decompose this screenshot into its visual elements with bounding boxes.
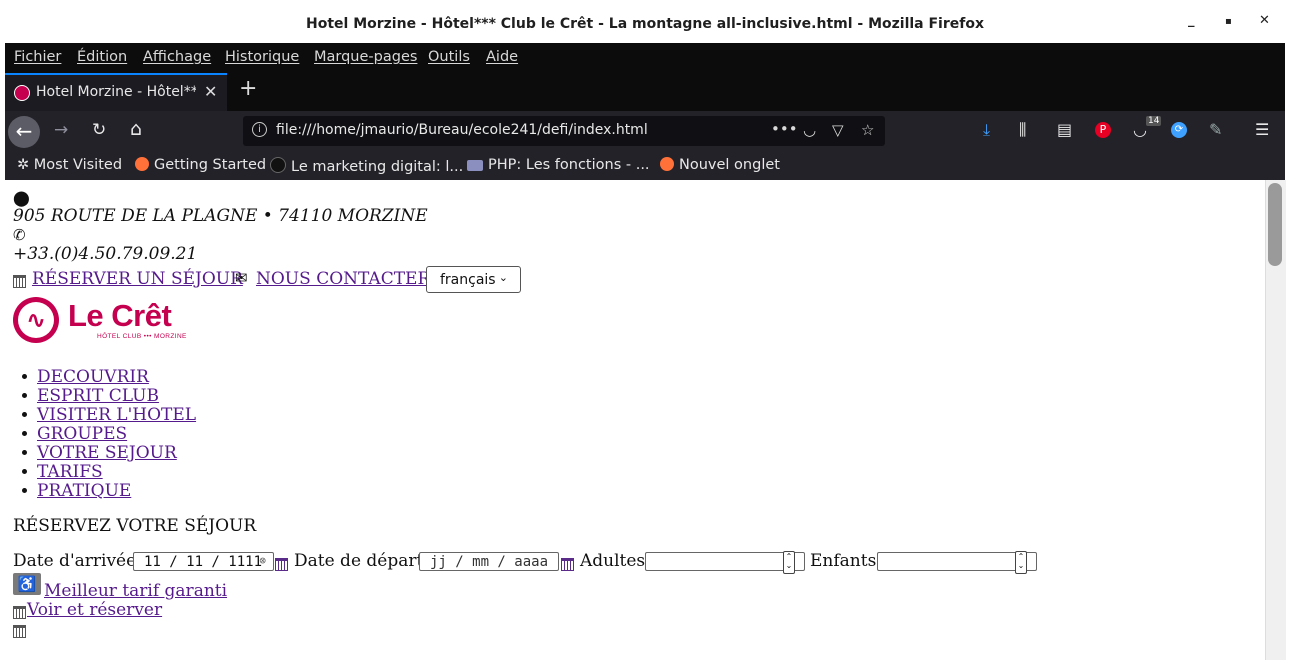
calendar-icon[interactable] bbox=[561, 558, 574, 571]
bookmark-most-visited[interactable]: ✲ Most Visited bbox=[17, 157, 122, 173]
menu-edition[interactable]: Édition bbox=[77, 49, 127, 65]
children-label: Enfants bbox=[810, 551, 877, 571]
minimize-button[interactable]: _ bbox=[1188, 13, 1195, 28]
firefox-icon bbox=[660, 157, 674, 171]
clear-date-icon[interactable]: ⊗ bbox=[259, 554, 266, 567]
page-content: ⬤ 905 ROUTE DE LA PLAGNE • 74110 MORZINE… bbox=[5, 180, 1265, 660]
departure-date-input[interactable]: jj / mm / aaaa bbox=[419, 552, 559, 571]
bookmark-star-icon[interactable]: ☆ bbox=[861, 121, 874, 139]
hamburger-menu-icon[interactable]: ☰ bbox=[1255, 120, 1269, 139]
menu-outils[interactable]: Outils bbox=[428, 49, 470, 65]
nav-votre-sejour[interactable]: VOTRE SEJOUR bbox=[37, 443, 177, 463]
sync-extension-icon[interactable]: ⟳ bbox=[1171, 122, 1187, 138]
browser-chrome: Fichier Édition Affichage Historique Mar… bbox=[5, 43, 1285, 180]
menu-historique[interactable]: Historique bbox=[225, 49, 299, 65]
menu-marque-pages[interactable]: Marque-pages bbox=[314, 49, 417, 65]
stepper-icon[interactable]: ⌃ ⌄ bbox=[783, 551, 795, 574]
phone-text: +33.(0)4.50.79.09.21 bbox=[13, 244, 198, 264]
pocket-icon[interactable]: ◡ bbox=[803, 121, 816, 139]
downloads-icon[interactable]: ⤓ bbox=[983, 120, 990, 140]
window-title: Hotel Morzine - Hôtel*** Club le Crêt - … bbox=[306, 16, 984, 32]
firefox-icon bbox=[135, 157, 149, 171]
stepper-icon[interactable]: ⌃ ⌄ bbox=[1015, 551, 1027, 574]
reserve-link[interactable]: RÉSERVER UN SÉJOUR bbox=[32, 269, 243, 289]
scrollbar-thumb[interactable] bbox=[1268, 183, 1282, 266]
calendar-icon bbox=[13, 606, 26, 619]
envelope-icon: ✉ bbox=[235, 269, 248, 287]
children-input[interactable]: ⌃ ⌄ bbox=[877, 551, 1037, 574]
bookmark-new-tab[interactable]: Nouvel onglet bbox=[660, 157, 780, 173]
booking-heading: RÉSERVEZ VOTRE SÉJOUR bbox=[13, 516, 257, 536]
bookmark-php[interactable]: PHP: Les fonctions - ... bbox=[467, 157, 650, 173]
php-icon bbox=[467, 160, 483, 171]
logo-text[interactable]: Le Crêt bbox=[68, 298, 172, 334]
library-icon[interactable]: ⫼ bbox=[1019, 120, 1026, 140]
map-marker-icon: ⬤ bbox=[13, 189, 30, 207]
language-value: français bbox=[440, 272, 496, 288]
nav-decouvrir[interactable]: DECOUVRIR bbox=[37, 367, 149, 387]
page-scrollbar[interactable] bbox=[1265, 180, 1286, 660]
new-tab-button[interactable]: + bbox=[239, 76, 257, 101]
home-button[interactable]: ⌂ bbox=[130, 118, 142, 140]
menubar: Fichier Édition Affichage Historique Mar… bbox=[5, 43, 1285, 73]
departure-label: Date de départ bbox=[294, 551, 424, 571]
nav-tarifs[interactable]: TARIFS bbox=[37, 462, 103, 482]
window-titlebar: Hotel Morzine - Hôtel*** Club le Crêt - … bbox=[0, 0, 1294, 46]
calendar-icon bbox=[13, 275, 26, 288]
nav-groupes[interactable]: GROUPES bbox=[37, 424, 127, 444]
main-nav: DECOUVRIR ESPRIT CLUB VISITER L'HOTEL GR… bbox=[21, 367, 196, 501]
site-favicon-icon bbox=[14, 85, 30, 101]
tab-title: Hotel Morzine - Hôtel** bbox=[36, 84, 196, 100]
forward-button[interactable]: → bbox=[54, 120, 68, 140]
bookmarks-toolbar: ✲ Most Visited Getting Started Le market… bbox=[5, 153, 1285, 180]
arrival-date-input[interactable]: 11 / 11 / 1111 ⊗ bbox=[133, 552, 274, 571]
maximize-button[interactable]: ▪ bbox=[1225, 16, 1232, 27]
contact-link[interactable]: NOUS CONTACTER bbox=[256, 269, 430, 289]
nav-pratique[interactable]: PRATIQUE bbox=[37, 481, 131, 501]
reload-button[interactable]: ↻ bbox=[92, 120, 106, 140]
logo-icon[interactable]: ∿ bbox=[13, 297, 59, 343]
chevron-down-icon: ⌄ bbox=[498, 271, 508, 284]
site-info-icon[interactable]: i bbox=[252, 122, 267, 137]
nav-visiter-hotel[interactable]: VISITER L'HOTEL bbox=[37, 405, 196, 425]
pen-extension-icon[interactable]: ✎ bbox=[1209, 120, 1222, 139]
pocket-count-badge: 14 bbox=[1146, 116, 1162, 126]
address-text: 905 ROUTE DE LA PLAGNE • 74110 MORZINE bbox=[13, 206, 428, 226]
logo-subtitle: HÔTEL CLUB ••• MORZINE bbox=[97, 333, 187, 340]
navigation-toolbar: ← → ↻ ⌂ i file:///home/jmaurio/Bureau/ec… bbox=[5, 111, 1285, 153]
accessibility-icon[interactable]: ♿ bbox=[13, 573, 41, 595]
close-window-button[interactable]: ✕ bbox=[1259, 13, 1270, 28]
tab-close-icon[interactable]: ✕ bbox=[204, 82, 217, 101]
bookmark-marketing[interactable]: Le marketing digital: l... bbox=[270, 157, 463, 175]
menu-aide[interactable]: Aide bbox=[486, 49, 518, 65]
gear-icon: ✲ bbox=[17, 157, 34, 173]
menu-affichage[interactable]: Affichage bbox=[143, 49, 211, 65]
nav-esprit-club[interactable]: ESPRIT CLUB bbox=[37, 386, 159, 406]
calendar-icon[interactable] bbox=[275, 558, 288, 571]
back-button[interactable]: ← bbox=[8, 116, 40, 148]
language-select[interactable]: français ⌄ bbox=[426, 266, 521, 293]
page-actions-icon[interactable]: ••• bbox=[771, 120, 798, 138]
url-text[interactable]: file:///home/jmaurio/Bureau/ecole241/def… bbox=[276, 122, 648, 138]
reader-shield-icon[interactable]: ▽ bbox=[832, 121, 844, 139]
adults-input[interactable]: ⌃ ⌄ bbox=[645, 551, 805, 574]
url-bar[interactable]: i file:///home/jmaurio/Bureau/ecole241/d… bbox=[243, 116, 885, 146]
bookmark-getting-started[interactable]: Getting Started bbox=[135, 157, 266, 173]
phone-icon: ✆ bbox=[13, 226, 26, 244]
adults-label: Adultes bbox=[580, 551, 646, 571]
see-and-book-link[interactable]: Voir et réserver bbox=[27, 600, 162, 620]
menu-fichier[interactable]: Fichier bbox=[14, 49, 61, 65]
calendar-icon bbox=[13, 625, 26, 638]
arrival-label: Date d'arrivée bbox=[13, 551, 137, 571]
tab-active[interactable]: Hotel Morzine - Hôtel** ✕ bbox=[5, 73, 227, 111]
pocket-extension-icon[interactable]: ◡ bbox=[1133, 120, 1147, 139]
best-rate-link[interactable]: Meilleur tarif garanti bbox=[44, 581, 227, 601]
tab-strip: Hotel Morzine - Hôtel** ✕ + bbox=[5, 73, 1285, 111]
leaf-icon bbox=[270, 157, 286, 173]
sidebar-icon[interactable]: ▤ bbox=[1057, 120, 1072, 139]
pinterest-icon[interactable]: P bbox=[1095, 122, 1111, 138]
